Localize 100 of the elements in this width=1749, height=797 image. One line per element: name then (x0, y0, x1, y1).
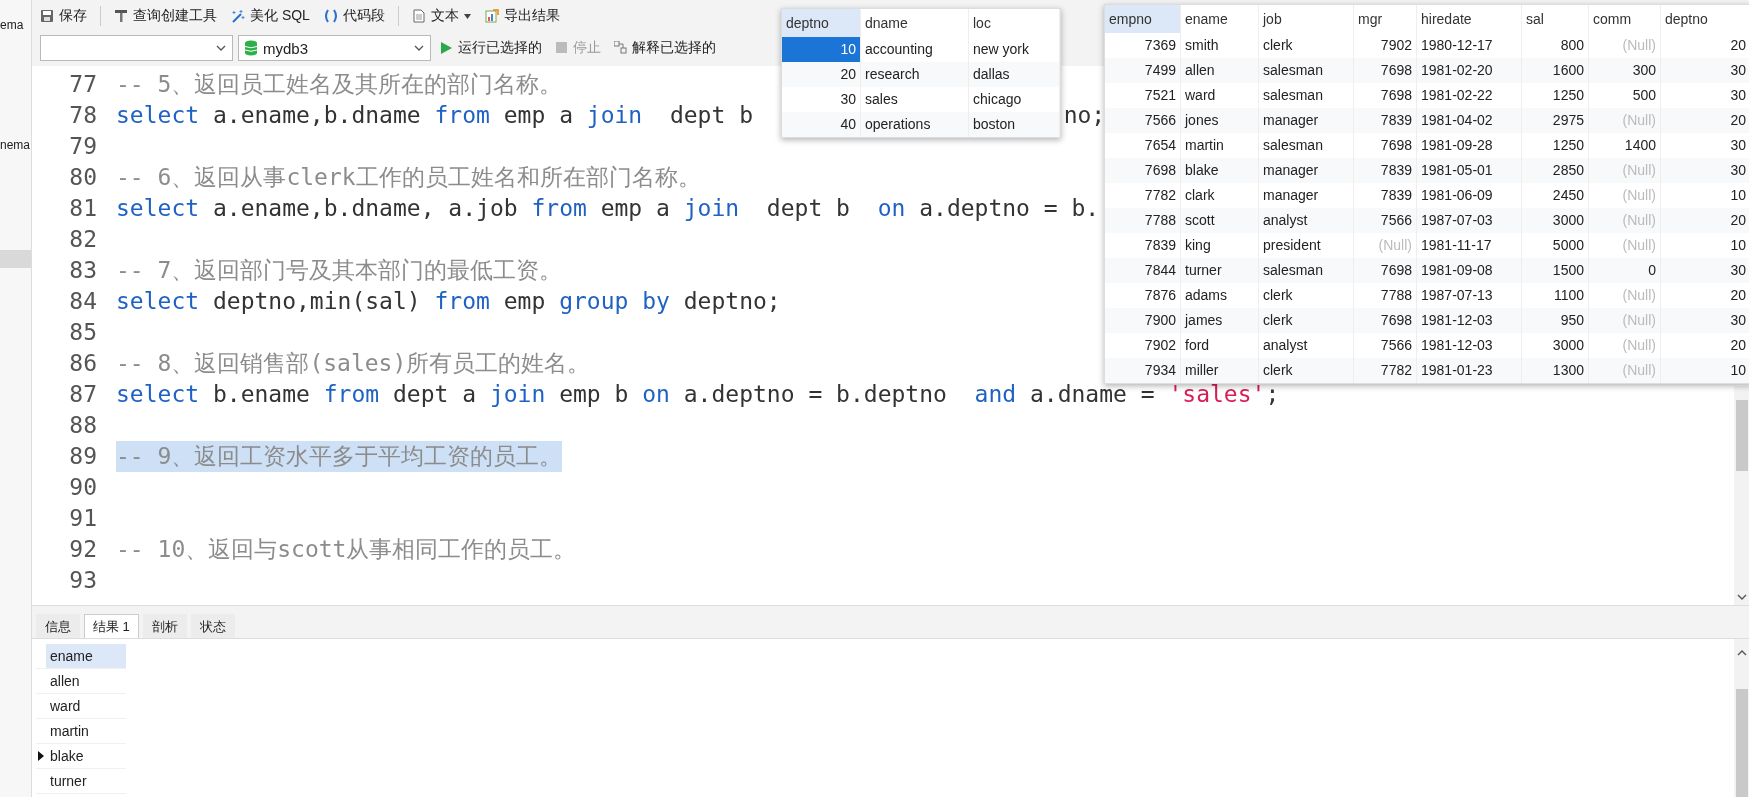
toolbar-button[interactable]: 查询创建工具 (110, 5, 221, 27)
table-cell: 1981-05-01 (1417, 158, 1522, 183)
dropdown-caret-icon (216, 44, 226, 52)
current-row-icon (38, 751, 44, 761)
table-cell: 0 (1589, 258, 1661, 283)
sidebar-item[interactable]: nema (0, 136, 31, 154)
table-cell: 20 (782, 62, 861, 87)
table-cell: martin (46, 719, 126, 744)
table-cell: 950 (1522, 308, 1589, 333)
result-tab[interactable]: 状态 (190, 614, 235, 638)
table-cell: clerk (1259, 308, 1354, 333)
table-cell: clerk (1259, 358, 1354, 383)
database-icon (245, 40, 257, 56)
column-header[interactable]: hiredate (1417, 5, 1522, 33)
scroll-up-icon (1737, 649, 1747, 656)
magic-wand-icon (231, 9, 245, 23)
toolbar-button[interactable]: 解释已选择的 (610, 37, 720, 59)
line-number: 83 (68, 256, 98, 285)
export-icon (484, 9, 499, 23)
scrollbar[interactable] (1734, 386, 1749, 605)
table-cell: 40 (782, 112, 861, 137)
table-cell: 1981-02-20 (1417, 58, 1522, 83)
table-cell: 1500 (1522, 258, 1589, 283)
scroll-down-icon (1737, 594, 1747, 601)
table-cell: 7839 (1354, 158, 1417, 183)
column-header[interactable]: job (1259, 5, 1354, 33)
result-tab[interactable]: 结果 1 (84, 614, 139, 638)
database-select[interactable]: mydb3 (238, 35, 431, 61)
result-tab[interactable]: 信息 (36, 614, 80, 638)
table-cell: 10 (782, 37, 861, 62)
code-text: -- 9、返回工资水平多于平均工资的员工。 (116, 441, 563, 472)
table-cell: 30 (1661, 258, 1749, 283)
table-cell: ward (46, 694, 126, 719)
table-cell: manager (1259, 108, 1354, 133)
toolbar-button[interactable]: 运行已选择的 (436, 37, 546, 59)
table-cell: salesman (1259, 258, 1354, 283)
table-cell: 1981-01-23 (1417, 358, 1522, 383)
column-header[interactable]: ename (1181, 5, 1259, 33)
stop-icon (555, 41, 568, 55)
table-cell: jones (1181, 108, 1259, 133)
table-cell: 7788 (1105, 208, 1181, 233)
table-cell: 3000 (1522, 208, 1589, 233)
toolbar-button[interactable]: 美化 SQL (227, 5, 314, 27)
table-cell: 1981-12-03 (1417, 308, 1522, 333)
table-cell: 7844 (1105, 258, 1181, 283)
table-cell: 30 (1661, 158, 1749, 183)
connection-select[interactable] (40, 35, 233, 61)
column-header[interactable]: dname (861, 9, 969, 37)
table-cell: 7782 (1354, 358, 1417, 383)
toolbar-button[interactable]: 文本 (407, 5, 475, 27)
toolbar-button[interactable]: 导出结果 (480, 5, 564, 27)
column-header[interactable]: loc (969, 9, 1060, 37)
column-header[interactable]: ename (46, 644, 126, 669)
table-cell: 30 (1661, 58, 1749, 83)
table-cell: 7698 (1354, 308, 1417, 333)
sidebar-item[interactable]: ema (0, 16, 31, 34)
line-number: 93 (68, 566, 98, 595)
play-icon (440, 41, 453, 55)
toolbar-button[interactable]: 代码段 (319, 5, 389, 27)
column-header[interactable]: mgr (1354, 5, 1417, 33)
code-text: -- 6、返回从事clerk工作的员工姓名和所在部门名称。 (116, 163, 701, 192)
table-cell: turner (1181, 258, 1259, 283)
table-cell: 7698 (1354, 58, 1417, 83)
table-cell: (Null) (1589, 108, 1661, 133)
save-icon (40, 9, 54, 23)
line-number: 91 (68, 504, 98, 533)
column-header[interactable]: deptno (782, 9, 861, 37)
line-number: 82 (68, 225, 98, 254)
table-cell: 1600 (1522, 58, 1589, 83)
code-text: select b.ename from dept a join emp b on a.deptno = b.deptno and a.dname = 'sales'; (116, 380, 1280, 409)
table-cell: manager (1259, 158, 1354, 183)
line-number: 85 (68, 318, 98, 347)
table-cell: dallas (969, 62, 1060, 87)
line-number: 88 (68, 411, 98, 440)
table-cell: 30 (1661, 308, 1749, 333)
table-cell: operations (861, 112, 969, 137)
column-header[interactable]: comm (1589, 5, 1661, 33)
table-cell: 7566 (1354, 208, 1417, 233)
result-tab[interactable]: 剖析 (142, 614, 187, 638)
table-cell: (Null) (1589, 208, 1661, 233)
column-header[interactable]: sal (1522, 5, 1589, 33)
table-cell: james (1181, 308, 1259, 333)
parentheses-icon (323, 9, 338, 23)
toolbar-button[interactable]: 保存 (36, 5, 91, 27)
table-cell: research (861, 62, 969, 87)
line-number: 86 (68, 349, 98, 378)
table-cell: 2850 (1522, 158, 1589, 183)
line-number: 89 (68, 442, 98, 471)
table-cell: scott (1181, 208, 1259, 233)
line-number: 77 (68, 70, 98, 99)
table-cell: 7698 (1105, 158, 1181, 183)
code-text: select deptno,min(sal) from emp group by deptno; (116, 287, 781, 316)
scrollbar[interactable] (1734, 639, 1749, 797)
line-number: 92 (68, 535, 98, 564)
column-header[interactable]: empno (1105, 5, 1181, 33)
code-text: -- 10、返回与scott从事相同工作的员工。 (116, 535, 577, 564)
line-number: 90 (68, 473, 98, 502)
table-cell: boston (969, 112, 1060, 137)
table-cell: (Null) (1589, 358, 1661, 383)
line-number: 81 (68, 194, 98, 223)
